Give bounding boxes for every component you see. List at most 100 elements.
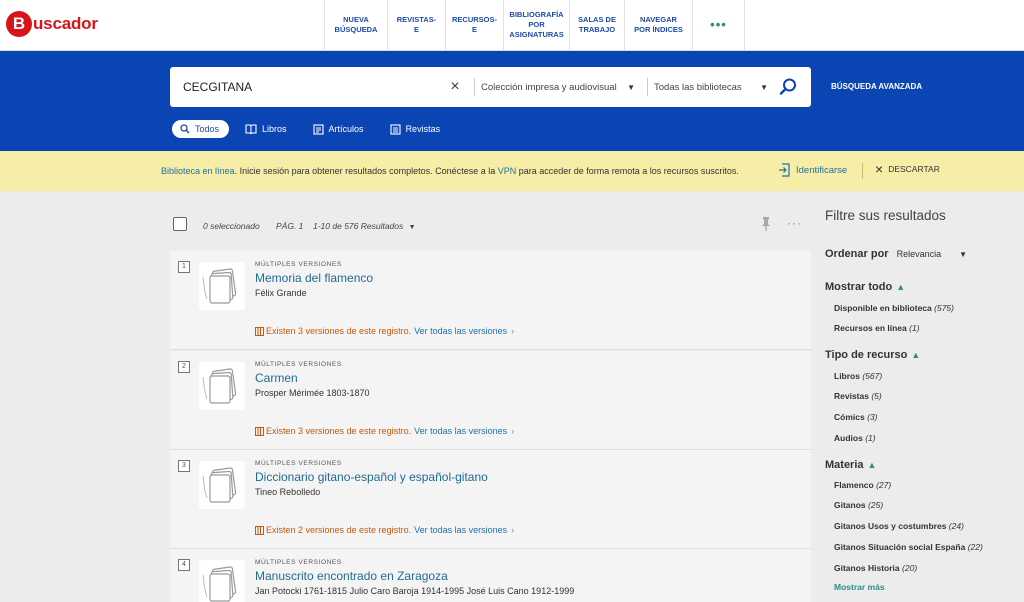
section-title: Materia (825, 459, 864, 471)
search-input[interactable]: CECGITANA (170, 80, 442, 94)
result-number: 2 (178, 361, 190, 373)
sort-control[interactable]: Ordenar por Relevancia ▼ (825, 248, 975, 260)
filter-count: (3) (867, 412, 878, 422)
online-library-link[interactable]: Biblioteca en línea (161, 166, 235, 176)
close-icon: × (875, 161, 884, 177)
tab-journals[interactable]: Revistas (382, 120, 451, 138)
tab-label: Artículos (328, 124, 364, 134)
versions-icon (255, 326, 264, 336)
filter-count: (24) (948, 521, 964, 531)
results-count: 1-10 de 576 Resultados (313, 221, 404, 231)
tab-books[interactable]: Libros (237, 120, 297, 138)
see-all-versions-link[interactable]: Ver todas las versiones (414, 525, 507, 535)
result-item[interactable]: 3 MÚLTIPLES VERSIONES Diccionario gitano… (170, 450, 811, 549)
result-type: MÚLTIPLES VERSIONES (255, 261, 342, 268)
filter-item[interactable]: Disponible en biblioteca (575) (834, 303, 954, 313)
filter-label: Gitanos Usos y costumbres (834, 521, 947, 531)
collection-select[interactable]: Colección impresa y audiovisual ▼ (481, 82, 641, 93)
vpn-link[interactable]: VPN (498, 166, 517, 176)
nav-bibliography[interactable]: BIBLIOGRAFÍA POR ASIGNATURAS (503, 0, 569, 50)
filter-item[interactable]: Audios (1) (834, 433, 876, 443)
chevron-right-icon: › (511, 426, 515, 436)
filter-item[interactable]: Libros (567) (834, 371, 882, 381)
result-item[interactable]: 2 MÚLTIPLES VERSIONES Carmen Prosper Mér… (170, 351, 811, 450)
chevron-down-icon: ▼ (408, 224, 416, 231)
filter-item[interactable]: Gitanos Historia (20) (834, 563, 917, 573)
multiple-versions-icon (199, 262, 245, 310)
sort-value: Relevancia (896, 249, 942, 259)
filter-count: (1) (865, 433, 876, 443)
book-icon (245, 124, 257, 134)
filter-item[interactable]: Gitanos Situación social España (22) (834, 542, 983, 552)
filter-count: (1) (909, 323, 920, 333)
result-title[interactable]: Memoria del flamenco (255, 271, 373, 285)
result-item[interactable]: 4 MÚLTIPLES VERSIONES Manuscrito encontr… (170, 549, 811, 602)
notice-message: Biblioteca en línea. Inicie sesión para … (161, 166, 739, 176)
more-options-icon[interactable]: ··· (787, 216, 802, 230)
result-title[interactable]: Diccionario gitano-español y español-git… (255, 470, 488, 484)
filter-item[interactable]: Gitanos (25) (834, 500, 883, 510)
versions-text: Existen 2 versiones de este registro. (266, 525, 412, 535)
versions-text: Existen 3 versiones de este registro. (266, 326, 412, 336)
multiple-versions-icon (199, 560, 245, 602)
result-author: Félix Grande (255, 288, 307, 298)
result-author: Prosper Mérimée 1803-1870 (255, 388, 370, 398)
chevron-right-icon: › (511, 525, 515, 535)
divider (474, 78, 475, 96)
filter-count: (22) (967, 542, 983, 552)
notice-text: . Inicie sesión para obtener resultados … (234, 166, 498, 176)
login-button[interactable]: Identificarse (778, 163, 847, 177)
tab-articles[interactable]: Artículos (305, 120, 374, 138)
pin-icon[interactable] (760, 216, 772, 232)
result-type: MÚLTIPLES VERSIONES (255, 559, 342, 566)
result-title[interactable]: Carmen (255, 371, 298, 385)
nav-ejournals[interactable]: REVISTAS-E (387, 0, 445, 50)
search-box: CECGITANA × Colección impresa y audiovis… (170, 67, 811, 107)
logo-text: uscador (33, 14, 98, 33)
see-all-versions-link[interactable]: Ver todas las versiones (414, 426, 507, 436)
filter-section-show-all[interactable]: Mostrar todo ▲ (825, 281, 905, 293)
filter-item[interactable]: Flamenco (27) (834, 480, 891, 490)
nav-eresources[interactable]: RECURSOS-E (445, 0, 503, 50)
results-count-dropdown[interactable]: 1-10 de 576 Resultados ▼ (313, 221, 416, 231)
logo[interactable]: B uscador (6, 11, 98, 37)
show-more-link[interactable]: Mostrar más (834, 582, 885, 592)
tab-all[interactable]: Todos (172, 120, 230, 138)
result-number: 1 (178, 261, 190, 273)
nav-workrooms[interactable]: SALAS DE TRABAJO (569, 0, 624, 50)
tab-label: Todos (195, 124, 220, 134)
filter-item[interactable]: Gitanos Usos y costumbres (24) (834, 521, 964, 531)
filter-item[interactable]: Cómics (3) (834, 412, 877, 422)
notice-text: para acceder de forma remota a los recur… (516, 166, 739, 176)
filter-label: Gitanos (834, 500, 866, 510)
dismiss-button[interactable]: × DESCARTAR (875, 161, 940, 177)
result-item[interactable]: 1 MÚLTIPLES VERSIONES Memoria del flamen… (170, 251, 811, 350)
logo-mark: B (6, 11, 32, 37)
results-toolbar: 0 seleccionado PÁG. 1 1-10 de 576 Result… (170, 212, 811, 238)
section-title: Tipo de recurso (825, 349, 908, 361)
page-number: PÁG. 1 (276, 221, 304, 231)
filter-item[interactable]: Recursos en línea (1) (834, 323, 920, 333)
nav-new-search[interactable]: NUEVA BÚSQUEDA (324, 0, 387, 50)
divider (862, 163, 863, 179)
filter-section-subject[interactable]: Materia ▲ (825, 459, 876, 471)
chevron-up-icon: ▲ (911, 350, 921, 360)
library-select[interactable]: Todas las bibliotecas ▼ (654, 82, 774, 93)
filter-sidebar: Filtre sus resultados Ordenar por Releva… (825, 208, 1024, 592)
filter-label: Disponible en biblioteca (834, 303, 932, 313)
advanced-search-link[interactable]: BÚSQUEDA AVANZADA (831, 82, 922, 91)
result-title[interactable]: Manuscrito encontrado en Zaragoza (255, 569, 448, 583)
select-all-checkbox[interactable] (173, 217, 187, 231)
clear-icon[interactable]: × (442, 78, 468, 96)
nav-more-icon[interactable]: ••• (692, 0, 744, 50)
dismiss-label: DESCARTAR (888, 164, 940, 174)
result-number: 4 (178, 559, 190, 571)
search-button[interactable] (774, 77, 802, 97)
filter-section-resource-type[interactable]: Tipo de recurso ▲ (825, 349, 920, 361)
section-title: Mostrar todo (825, 281, 893, 293)
sort-label: Ordenar por (825, 248, 889, 260)
filter-item[interactable]: Revistas (5) (834, 391, 882, 401)
filter-label: Audios (834, 433, 863, 443)
see-all-versions-link[interactable]: Ver todas las versiones (414, 326, 507, 336)
nav-browse-indexes[interactable]: NAVEGAR POR ÍNDICES (624, 0, 692, 50)
